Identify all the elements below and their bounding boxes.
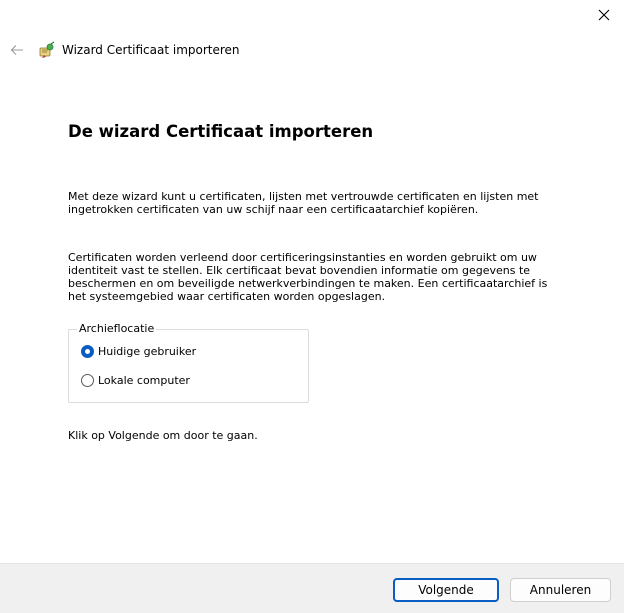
wizard-header: Wizard Certificaat importeren — [8, 40, 608, 60]
page-title: De wizard Certificaat importeren — [68, 122, 374, 141]
certificate-wizard-icon — [38, 41, 56, 59]
description-paragraph: Certificaten worden verleend door certif… — [68, 251, 548, 303]
intro-paragraph: Met deze wizard kunt u certificaten, lij… — [68, 190, 539, 216]
radio-current-user[interactable]: Huidige gebruiker — [81, 345, 196, 358]
radio-local-machine[interactable]: Lokale computer — [81, 374, 190, 387]
footer-bar: Volgende Annuleren — [0, 563, 624, 613]
close-button[interactable] — [592, 4, 616, 26]
wizard-title: Wizard Certificaat importeren — [62, 43, 240, 57]
continue-instruction: Klik op Volgende om door te gaan. — [68, 429, 258, 442]
close-icon — [598, 9, 610, 21]
radio-label-local-machine: Lokale computer — [98, 374, 190, 387]
back-button[interactable] — [8, 41, 26, 59]
radio-checked-icon — [81, 345, 94, 358]
radio-label-current-user: Huidige gebruiker — [98, 345, 197, 358]
store-location-group: Archieflocatie Huidige gebruiker Lokale … — [68, 322, 309, 403]
store-location-legend: Archieflocatie — [77, 322, 157, 335]
back-arrow-icon — [10, 45, 23, 55]
radio-unchecked-icon — [81, 374, 94, 387]
cancel-button[interactable]: Annuleren — [510, 578, 611, 602]
next-button[interactable]: Volgende — [393, 578, 499, 602]
